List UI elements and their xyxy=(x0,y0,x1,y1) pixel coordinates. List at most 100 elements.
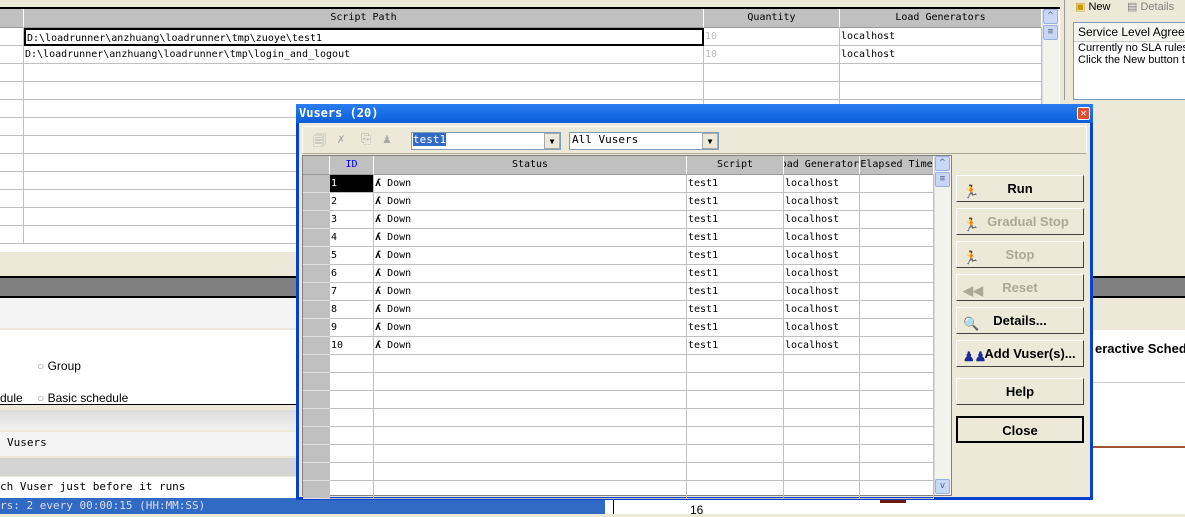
load-generator-cell[interactable] xyxy=(784,445,860,463)
id-cell[interactable] xyxy=(330,445,374,463)
vuser-row[interactable] xyxy=(303,463,951,481)
run-button[interactable]: 🏃 Run xyxy=(956,175,1084,202)
column-header-elapsed-time[interactable]: Elapsed Time xyxy=(860,156,934,175)
scroll-down-icon[interactable]: v xyxy=(935,479,950,494)
elapsed-time-cell[interactable] xyxy=(860,211,934,229)
gradual-stop-button[interactable]: 🏃 Gradual Stop xyxy=(956,208,1084,235)
vuser-row[interactable] xyxy=(303,481,951,499)
load-generator-cell[interactable]: localhost xyxy=(784,283,860,301)
vuser-row[interactable] xyxy=(303,445,951,463)
vuser-row[interactable]: 6 ʎ Down test1 localhost xyxy=(303,265,951,283)
load-generator-cell[interactable] xyxy=(784,481,860,499)
elapsed-time-cell[interactable] xyxy=(860,463,934,481)
table-row[interactable] xyxy=(0,64,1042,82)
vuser-row[interactable] xyxy=(303,427,951,445)
close-button[interactable]: Close xyxy=(956,416,1084,443)
add-vusers-button[interactable]: ♟♟ Add Vuser(s)... xyxy=(956,340,1084,367)
id-cell[interactable] xyxy=(330,463,374,481)
load-generator-cell[interactable]: localhost xyxy=(840,28,1042,46)
id-cell[interactable]: 7 xyxy=(330,283,374,301)
script-cell[interactable] xyxy=(687,445,784,463)
elapsed-time-cell[interactable] xyxy=(860,337,934,355)
elapsed-time-cell[interactable] xyxy=(860,175,934,193)
script-cell[interactable] xyxy=(687,481,784,499)
vusers-scrollbar[interactable]: ^ ≡ v xyxy=(934,156,951,495)
column-header-load-generator[interactable]: Load Generator xyxy=(784,156,860,175)
status-cell[interactable]: ʎ Down xyxy=(374,175,687,193)
script-cell[interactable] xyxy=(687,355,784,373)
status-cell[interactable]: ʎ Down xyxy=(374,283,687,301)
quantity-cell[interactable]: 10 xyxy=(704,28,840,46)
elapsed-time-cell[interactable] xyxy=(860,355,934,373)
vuser-row[interactable] xyxy=(303,391,951,409)
id-cell[interactable] xyxy=(330,427,374,445)
load-generator-cell[interactable]: localhost xyxy=(840,46,1042,64)
vuser-row[interactable]: 1 ʎ Down test1 localhost xyxy=(303,175,951,193)
elapsed-time-cell[interactable] xyxy=(860,373,934,391)
id-cell[interactable]: 9 xyxy=(330,319,374,337)
load-generator-cell[interactable]: localhost xyxy=(784,319,860,337)
scroll-up-icon[interactable]: ^ xyxy=(1043,9,1058,24)
elapsed-time-cell[interactable] xyxy=(860,229,934,247)
elapsed-time-cell[interactable] xyxy=(860,283,934,301)
sla-details-button[interactable]: ▤ Details xyxy=(1127,1,1174,14)
status-cell[interactable] xyxy=(374,445,687,463)
id-cell[interactable]: 5 xyxy=(330,247,374,265)
id-cell[interactable] xyxy=(330,391,374,409)
scroll-thumb[interactable]: ≡ xyxy=(935,172,950,187)
status-cell[interactable] xyxy=(374,427,687,445)
status-cell[interactable] xyxy=(374,355,687,373)
script-cell[interactable]: test1 xyxy=(687,211,784,229)
elapsed-time-cell[interactable] xyxy=(860,193,934,211)
vuser-filter-select[interactable]: All Vusers ▼ xyxy=(569,132,719,150)
vuser-row[interactable]: 4 ʎ Down test1 localhost xyxy=(303,229,951,247)
table-row[interactable]: D:\loadrunner\anzhuang\loadrunner\tmp\zu… xyxy=(0,28,1042,46)
status-cell[interactable]: ʎ Down xyxy=(374,301,687,319)
column-header-script[interactable]: Script xyxy=(687,156,784,175)
status-cell[interactable] xyxy=(374,481,687,499)
script-cell[interactable] xyxy=(687,391,784,409)
vuser-row[interactable]: 9 ʎ Down test1 localhost xyxy=(303,319,951,337)
script-cell[interactable]: test1 xyxy=(687,175,784,193)
elapsed-time-cell[interactable] xyxy=(860,319,934,337)
scroll-up-icon[interactable]: ^ xyxy=(935,156,950,171)
id-cell[interactable]: 4 xyxy=(330,229,374,247)
vuser-row[interactable] xyxy=(303,373,951,391)
vuser-row[interactable]: 2 ʎ Down test1 localhost xyxy=(303,193,951,211)
load-generator-cell[interactable] xyxy=(784,409,860,427)
status-cell[interactable]: ʎ Down xyxy=(374,229,687,247)
script-cell[interactable]: test1 xyxy=(687,265,784,283)
help-button[interactable]: Help xyxy=(956,378,1084,405)
column-header-quantity[interactable]: Quantity xyxy=(704,9,840,28)
id-cell[interactable] xyxy=(330,373,374,391)
load-generator-cell[interactable] xyxy=(840,64,1042,82)
elapsed-time-cell[interactable] xyxy=(860,409,934,427)
load-generator-cell[interactable] xyxy=(784,355,860,373)
script-cell[interactable]: test1 xyxy=(687,229,784,247)
load-generator-cell[interactable]: localhost xyxy=(784,247,860,265)
status-cell[interactable]: ʎ Down xyxy=(374,193,687,211)
elapsed-time-cell[interactable] xyxy=(860,445,934,463)
status-cell[interactable] xyxy=(374,463,687,481)
status-cell[interactable] xyxy=(374,409,687,427)
table-row[interactable]: D:\loadrunner\anzhuang\loadrunner\tmp\lo… xyxy=(0,46,1042,64)
elapsed-time-cell[interactable] xyxy=(860,481,934,499)
load-generator-cell[interactable] xyxy=(784,373,860,391)
script-cell[interactable]: test1 xyxy=(687,283,784,301)
id-cell[interactable]: 3 xyxy=(330,211,374,229)
script-cell[interactable] xyxy=(687,427,784,445)
vuser-row[interactable]: 3 ʎ Down test1 localhost xyxy=(303,211,951,229)
script-cell[interactable]: test1 xyxy=(687,337,784,355)
stop-button[interactable]: 🏃 Stop xyxy=(956,241,1084,268)
radio-basic-schedule[interactable]: ○ Basic schedule xyxy=(37,391,128,405)
elapsed-time-cell[interactable] xyxy=(860,391,934,409)
elapsed-time-cell[interactable] xyxy=(860,247,934,265)
status-cell[interactable]: ʎ Down xyxy=(374,247,687,265)
id-cell[interactable]: 10 xyxy=(330,337,374,355)
elapsed-time-cell[interactable] xyxy=(860,301,934,319)
vuser-row[interactable] xyxy=(303,355,951,373)
script-cell[interactable]: test1 xyxy=(687,301,784,319)
chevron-down-icon[interactable]: ▼ xyxy=(544,133,560,149)
load-generator-cell[interactable] xyxy=(784,391,860,409)
status-cell[interactable]: ʎ Down xyxy=(374,319,687,337)
